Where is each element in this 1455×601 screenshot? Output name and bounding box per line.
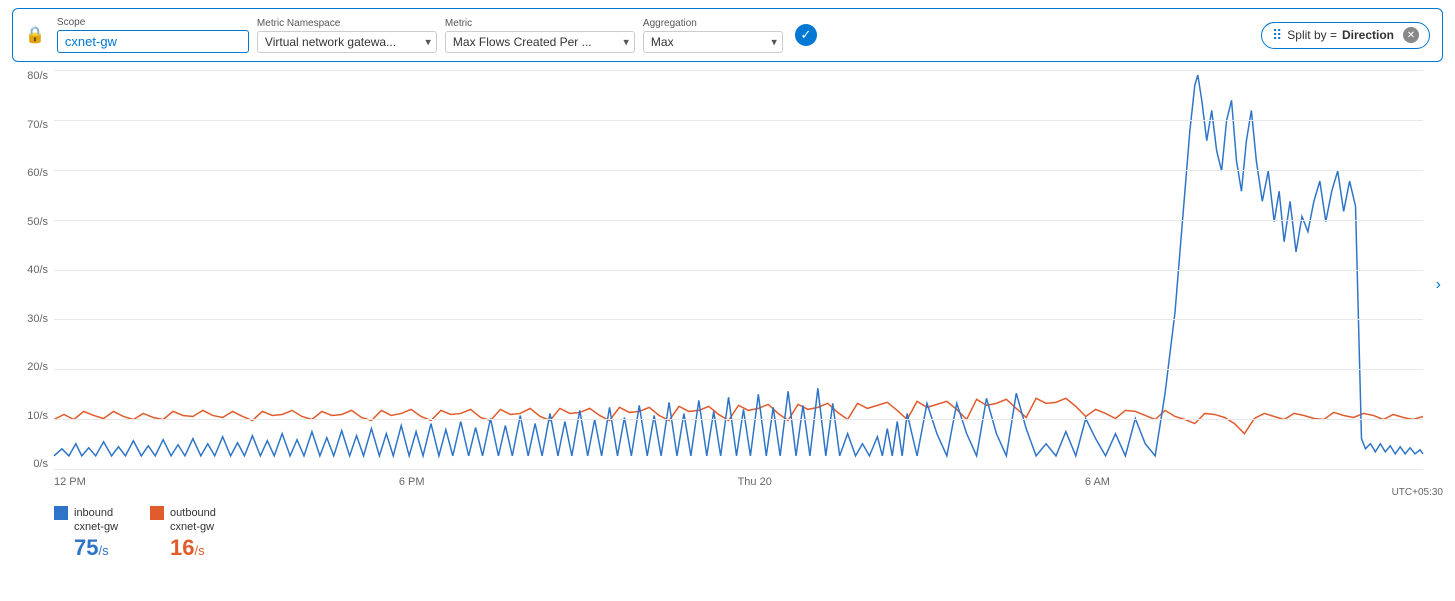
- metric-field-group: Metric Max Flows Created Per ...: [445, 18, 635, 53]
- aggregation-select[interactable]: Max: [643, 31, 783, 53]
- legend-area: inbound cxnet-gw 75/s outbound cxnet-gw …: [0, 500, 1455, 567]
- chart-area: 80/s 70/s 60/s 50/s 40/s 30/s 20/s 10/s …: [12, 70, 1443, 500]
- inbound-value: 75/s: [74, 535, 118, 561]
- scope-field-group: Scope: [57, 17, 249, 53]
- gridline-30: [54, 319, 1423, 320]
- aggregation-label: Aggregation: [643, 18, 783, 29]
- y-label-60: 60/s: [27, 167, 48, 179]
- gridline-0: [54, 469, 1423, 470]
- scope-label: Scope: [57, 17, 249, 28]
- metric-select[interactable]: Max Flows Created Per ...: [445, 31, 635, 53]
- metric-select-wrapper: Max Flows Created Per ...: [445, 31, 635, 53]
- gridline-70: [54, 120, 1423, 121]
- inbound-sub: cxnet-gw: [74, 521, 118, 533]
- legend-inbound: inbound cxnet-gw 75/s: [54, 506, 118, 561]
- legend-inbound-header: inbound: [54, 506, 118, 520]
- split-by-badge: ⠿ Split by = Direction ✕: [1261, 22, 1430, 49]
- split-close-button[interactable]: ✕: [1403, 27, 1419, 43]
- x-label-6am: 6 AM: [1085, 476, 1110, 488]
- gridline-60: [54, 170, 1423, 171]
- inbound-label: inbound: [74, 507, 113, 519]
- lock-icon: 🔒: [25, 25, 45, 45]
- y-label-10: 10/s: [27, 410, 48, 422]
- inbound-color-swatch: [54, 506, 68, 520]
- metric-ns-label: Metric Namespace: [257, 18, 437, 29]
- x-label-6pm: 6 PM: [399, 476, 425, 488]
- y-label-20: 20/s: [27, 361, 48, 373]
- split-value: Direction: [1342, 28, 1394, 42]
- y-label-40: 40/s: [27, 264, 48, 276]
- y-axis: 80/s 70/s 60/s 50/s 40/s 30/s 20/s 10/s …: [12, 70, 52, 470]
- y-label-0: 0/s: [33, 458, 48, 470]
- split-dots-icon: ⠿: [1272, 27, 1282, 44]
- y-label-80: 80/s: [27, 70, 48, 82]
- y-label-30: 30/s: [27, 313, 48, 325]
- outbound-line: [54, 398, 1423, 433]
- x-axis: 12 PM 6 PM Thu 20 6 AM: [54, 472, 1423, 500]
- inbound-line: [54, 75, 1423, 456]
- chevron-right-icon[interactable]: ›: [1436, 276, 1441, 294]
- outbound-sub: cxnet-gw: [170, 521, 216, 533]
- aggregation-select-wrapper: Max: [643, 31, 783, 53]
- aggregation-field-group: Aggregation Max: [643, 18, 783, 53]
- chart-inner: [54, 70, 1423, 470]
- confirm-icon: ✓: [795, 24, 817, 46]
- y-label-70: 70/s: [27, 119, 48, 131]
- legend-outbound: outbound cxnet-gw 16/s: [150, 506, 216, 561]
- legend-outbound-header: outbound: [150, 506, 216, 520]
- gridline-10: [54, 419, 1423, 420]
- utc-label: UTC+05:30: [1392, 487, 1443, 498]
- scope-input[interactable]: [57, 30, 249, 53]
- gridline-20: [54, 369, 1423, 370]
- outbound-color-swatch: [150, 506, 164, 520]
- split-text: Split by =: [1287, 28, 1337, 42]
- metric-label: Metric: [445, 18, 635, 29]
- x-label-thu20: Thu 20: [738, 476, 772, 488]
- metric-ns-select[interactable]: Virtual network gatewa...: [257, 31, 437, 53]
- gridline-50: [54, 220, 1423, 221]
- metric-ns-field-group: Metric Namespace Virtual network gatewa.…: [257, 18, 437, 53]
- y-label-50: 50/s: [27, 216, 48, 228]
- outbound-label: outbound: [170, 507, 216, 519]
- metric-ns-select-wrapper: Virtual network gatewa...: [257, 31, 437, 53]
- metric-filter-bar: 🔒 Scope Metric Namespace Virtual network…: [12, 8, 1443, 62]
- gridline-80: [54, 70, 1423, 71]
- gridline-40: [54, 270, 1423, 271]
- x-label-12pm: 12 PM: [54, 476, 86, 488]
- outbound-value: 16/s: [170, 535, 216, 561]
